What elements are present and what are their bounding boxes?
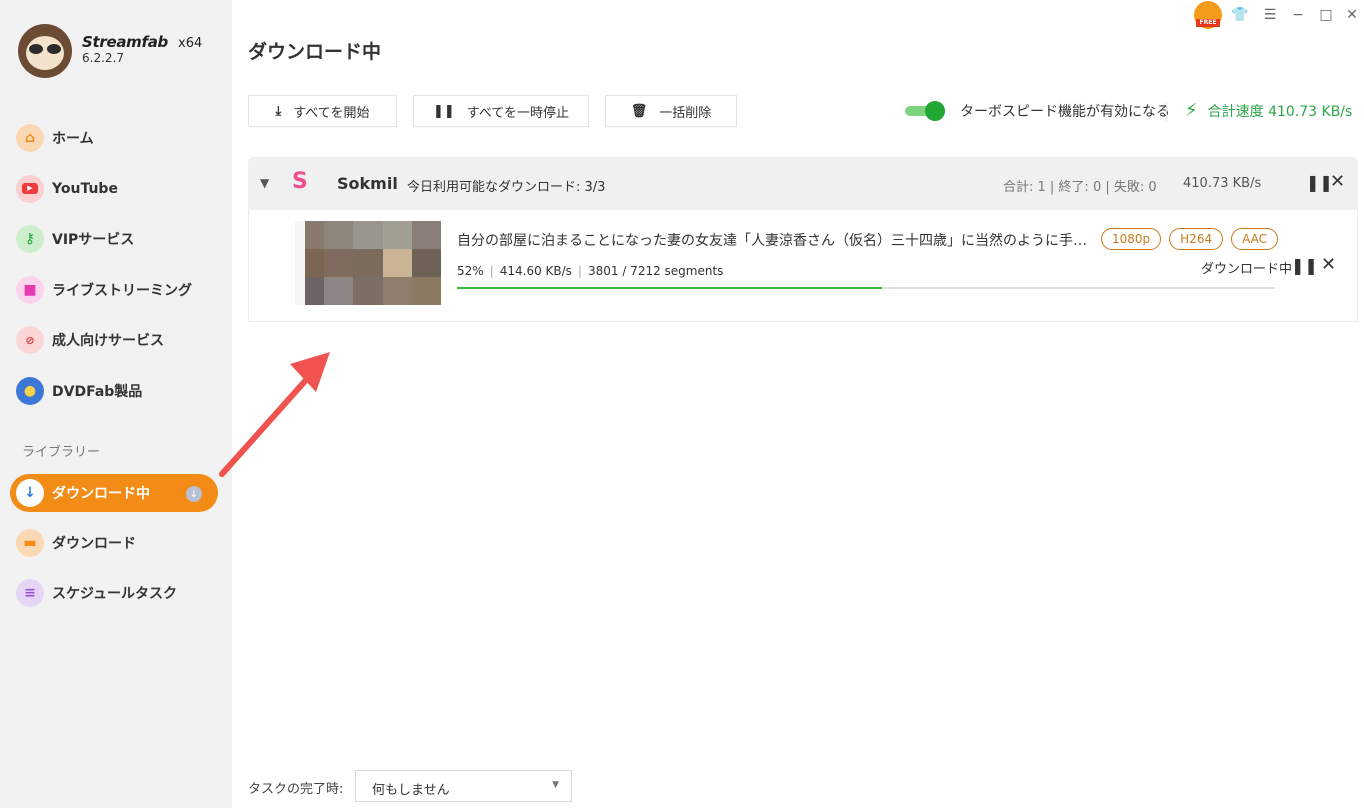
sidebar-item-home[interactable]: ⌂ ホーム xyxy=(0,113,232,164)
sidebar-item-label: ホーム xyxy=(52,131,94,148)
download-badge-icon: ↓ xyxy=(186,486,202,502)
progress-fill xyxy=(457,287,883,289)
page-title: ダウンロード中 xyxy=(248,41,382,63)
download-icon: ↓ xyxy=(16,479,44,507)
skin-icon[interactable]: 👕 xyxy=(1230,5,1250,25)
menu-icon[interactable]: ☰ xyxy=(1260,5,1280,25)
trash-icon: 🗑 xyxy=(630,103,648,119)
dvdfab-icon: ● xyxy=(16,376,44,405)
main-panel: FREE 👕 ☰ − □ ✕ ダウンロード中 ⤓ すべてを開始 ❚❚ すべてを一… xyxy=(232,0,1364,808)
sidebar-item-label: スケジュールタスク xyxy=(52,586,178,602)
sidebar-item-label: 成人向けサービス xyxy=(52,333,164,350)
pause-icon: ❚❚ xyxy=(432,103,455,119)
group-pause-button[interactable]: ❚❚ xyxy=(1306,173,1333,192)
download-item: 自分の部屋に泊まることになった妻の女友達「人妻涼香さん（仮名）三十四歳」に当然の… xyxy=(248,210,1358,322)
sidebar-item-label: ダウンロード xyxy=(52,536,136,552)
item-pause-button[interactable]: ❚❚ xyxy=(1291,256,1318,275)
progress-info: 52% | 414.60 KB/s | 3801 / 7212 segments xyxy=(457,264,724,278)
sidebar-item-label: YouTube xyxy=(52,180,118,197)
sidebar: Streamfab x64 6.2.2.7 ⌂ ホーム ▶ YouTube ⚷ … xyxy=(0,0,232,808)
sidebar-item-downloading[interactable]: ↓ ダウンロード中 ↓ xyxy=(0,468,232,518)
app-arch: x64 xyxy=(178,36,203,51)
sidebar-item-vip[interactable]: ⚷ VIPサービス xyxy=(0,214,232,265)
delete-all-button[interactable]: 🗑 一括削除 xyxy=(605,95,737,127)
item-status: ダウンロード中 xyxy=(1201,262,1293,277)
progress-percent: 52% xyxy=(457,264,484,278)
select-value: 何もしません xyxy=(372,783,450,798)
sokmil-logo-icon: S xyxy=(292,169,308,194)
youtube-icon: ▶ xyxy=(16,174,44,203)
library-section-label: ライブラリー xyxy=(22,445,101,460)
audio-codec-tag: AAC xyxy=(1231,228,1279,250)
turbo-label: ターボスピード機能が有効になる xyxy=(960,104,1170,120)
sidebar-item-label: ダウンロード中 xyxy=(52,486,150,502)
segments: 3801 / 7212 segments xyxy=(587,264,724,278)
home-icon: ⌂ xyxy=(16,124,44,153)
chevron-down-icon: ▼ xyxy=(552,780,559,790)
pause-all-button[interactable]: ❚❚ すべてを一時停止 xyxy=(413,95,589,127)
free-gift-icon[interactable]: FREE xyxy=(1192,0,1224,30)
item-close-button[interactable]: ✕ xyxy=(1321,254,1336,275)
sidebar-item-downloaded[interactable]: ▬ ダウンロード xyxy=(0,518,232,568)
app-version: 6.2.2.7 xyxy=(82,51,124,65)
item-speed: 414.60 KB/s xyxy=(499,264,572,278)
site-name: Sokmil xyxy=(337,174,398,193)
key-icon: ⚷ xyxy=(16,225,44,254)
video-title: 自分の部屋に泊まることになった妻の女友達「人妻涼香さん（仮名）三十四歳」に当然の… xyxy=(457,233,1097,249)
progress-bar xyxy=(457,287,1275,289)
turbo-setting: ターボスピード機能が有効になる xyxy=(905,100,1170,122)
total-speed-text: 合計速度 410.73 KB/s xyxy=(1207,103,1353,120)
sidebar-item-schedule[interactable]: ≡ スケジュールタスク xyxy=(0,568,232,618)
video-codec-tag: H264 xyxy=(1169,228,1224,250)
sloth-logo-icon xyxy=(18,24,72,78)
sidebar-item-label: VIPサービス xyxy=(52,232,135,249)
download-icon: ⤓ xyxy=(275,103,282,119)
adult-icon: ⊘ xyxy=(16,326,44,355)
folder-icon: ▬ xyxy=(16,529,44,557)
schedule-icon: ≡ xyxy=(16,579,44,607)
maximize-icon[interactable]: □ xyxy=(1316,5,1336,25)
start-all-button[interactable]: ⤓ すべてを開始 xyxy=(248,95,397,127)
sidebar-item-youtube[interactable]: ▶ YouTube xyxy=(0,164,232,215)
group-speed: 410.73 KB/s xyxy=(1183,176,1262,191)
thumbnail-edge xyxy=(295,221,305,305)
video-thumbnail xyxy=(295,221,441,305)
format-tags: 1080p H264 AAC xyxy=(1101,228,1286,250)
close-icon[interactable]: ✕ xyxy=(1342,5,1362,25)
turbo-toggle[interactable] xyxy=(905,100,945,122)
sidebar-item-label: DVDFab製品 xyxy=(52,383,143,400)
sidebar-item-label: ライブストリーミング xyxy=(52,282,192,299)
completion-label: タスクの完了時: xyxy=(248,782,344,797)
divider xyxy=(1166,102,1167,122)
group-stats: 合計: 1 | 終了: 0 | 失敗: 0 xyxy=(1003,180,1157,195)
download-quota: 今日利用可能なダウンロード: 3/3 xyxy=(407,180,606,195)
sidebar-item-adult[interactable]: ⊘ 成人向けサービス xyxy=(0,315,232,366)
app-logo: Streamfab x64 6.2.2.7 xyxy=(18,24,218,80)
camera-icon: ■ xyxy=(16,275,44,304)
app-name: Streamfab xyxy=(82,33,168,51)
sidebar-item-dvdfab[interactable]: ● DVDFab製品 xyxy=(0,366,232,417)
toolbar: ⤓ すべてを開始 ❚❚ すべてを一時停止 🗑 一括削除 xyxy=(248,95,753,127)
collapse-caret-icon[interactable]: ▼ xyxy=(260,176,269,190)
sidebar-nav: ⌂ ホーム ▶ YouTube ⚷ VIPサービス ■ ライブストリーミング ⊘… xyxy=(0,113,232,416)
resolution-tag: 1080p xyxy=(1101,228,1162,250)
lightning-icon: ⚡ xyxy=(1185,100,1198,121)
library-nav: ↓ ダウンロード中 ↓ ▬ ダウンロード ≡ スケジュールタスク xyxy=(0,468,232,618)
minimize-icon[interactable]: − xyxy=(1288,5,1308,25)
completion-action-select[interactable]: 何もしません ▼ xyxy=(355,770,572,802)
total-speed: ⚡ 合計速度 410.73 KB/s xyxy=(1185,100,1352,121)
sidebar-item-live[interactable]: ■ ライブストリーミング xyxy=(0,265,232,316)
download-group-header: ▼ S Sokmil 今日利用可能なダウンロード: 3/3 合計: 1 | 終了… xyxy=(248,157,1358,210)
group-close-button[interactable]: ✕ xyxy=(1330,171,1345,192)
